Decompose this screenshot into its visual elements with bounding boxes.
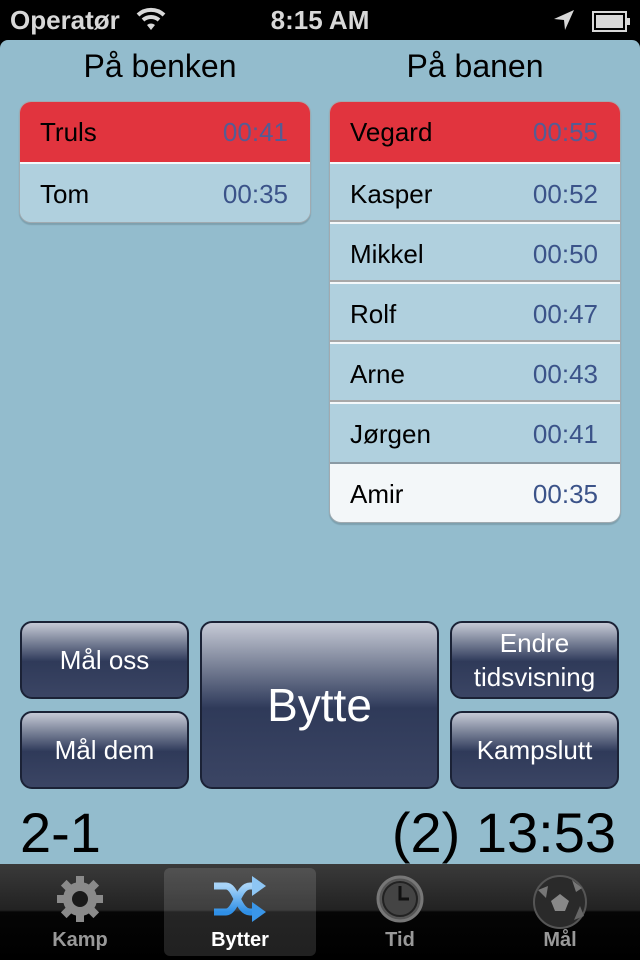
gear-icon bbox=[55, 874, 105, 929]
player-name: Truls bbox=[40, 117, 97, 147]
bench-row-tom[interactable]: Tom 00:35 bbox=[20, 162, 310, 222]
player-name: Amir bbox=[350, 479, 404, 509]
tab-kamp[interactable]: Kamp bbox=[4, 868, 156, 956]
tab-label: Tid bbox=[385, 929, 415, 951]
tab-maal[interactable]: Mål bbox=[484, 868, 636, 956]
shuffle-icon bbox=[212, 874, 268, 929]
player-time: 00:35 bbox=[532, 479, 598, 509]
field-row-vegard[interactable]: Vegard 00:55 bbox=[330, 102, 620, 162]
bench-row-truls[interactable]: Truls 00:41 bbox=[20, 102, 310, 162]
tab-label: Mål bbox=[543, 929, 577, 951]
end-match-button[interactable]: Kampslutt bbox=[450, 711, 619, 789]
player-name: Kasper bbox=[350, 179, 433, 209]
bench-list: Truls 00:41 Tom 00:35 bbox=[19, 101, 311, 223]
field-row-arne[interactable]: Arne 00:43 bbox=[330, 342, 620, 402]
player-time: 00:50 bbox=[532, 239, 598, 269]
field-row-rolf[interactable]: Rolf 00:47 bbox=[330, 282, 620, 342]
player-name: Jørgen bbox=[350, 419, 431, 449]
tab-label: Bytter bbox=[211, 929, 269, 951]
field-row-mikkel[interactable]: Mikkel 00:50 bbox=[330, 222, 620, 282]
goal-them-button[interactable]: Mål dem bbox=[20, 711, 189, 789]
status-time: 8:15 AM bbox=[270, 5, 370, 35]
tab-bar: Kamp Bytter Tid Mål bbox=[0, 864, 640, 960]
button-label-line2: tidsvisning bbox=[473, 662, 596, 692]
match-clock: (2) 13:53 bbox=[391, 801, 616, 864]
bench-title: På benken bbox=[83, 48, 237, 84]
player-time: 00:52 bbox=[532, 179, 598, 209]
player-time: 00:55 bbox=[532, 117, 598, 147]
player-time: 00:41 bbox=[222, 117, 288, 147]
tab-label: Kamp bbox=[52, 929, 108, 951]
field-list: Vegard 00:55 Kasper 00:52 Mikkel 00:50 R… bbox=[329, 101, 621, 523]
button-label-line1: Endre bbox=[499, 628, 570, 658]
player-name: Tom bbox=[40, 179, 90, 209]
player-time: 00:35 bbox=[222, 179, 288, 209]
status-bar: Operatør 8:15 AM bbox=[0, 0, 640, 40]
goal-us-button[interactable]: Mål oss bbox=[20, 621, 189, 699]
player-name: Mikkel bbox=[350, 239, 424, 269]
player-name: Rolf bbox=[350, 299, 397, 329]
score-display: 2-1 bbox=[20, 801, 101, 864]
tab-bytter[interactable]: Bytter bbox=[164, 868, 316, 956]
field-title: På banen bbox=[406, 48, 544, 84]
battery-icon bbox=[592, 9, 630, 32]
player-time: 00:43 bbox=[532, 359, 598, 389]
player-name: Vegard bbox=[350, 117, 433, 147]
tab-tid[interactable]: Tid bbox=[324, 868, 476, 956]
soccer-ball-icon bbox=[532, 874, 588, 935]
location-arrow-icon bbox=[552, 8, 576, 39]
player-time: 00:47 bbox=[532, 299, 598, 329]
change-time-display-button[interactable]: Endre tidsvisning bbox=[450, 621, 619, 699]
field-row-amir[interactable]: Amir 00:35 bbox=[330, 462, 620, 522]
player-name: Arne bbox=[350, 359, 405, 389]
field-row-kasper[interactable]: Kasper 00:52 bbox=[330, 162, 620, 222]
main-content: På benken Truls 00:41 Tom 00:35 På banen… bbox=[0, 40, 640, 864]
clock-icon bbox=[375, 874, 425, 929]
substitute-button[interactable]: Bytte bbox=[200, 621, 439, 789]
player-time: 00:41 bbox=[532, 419, 598, 449]
field-row-jorgen[interactable]: Jørgen 00:41 bbox=[330, 402, 620, 462]
